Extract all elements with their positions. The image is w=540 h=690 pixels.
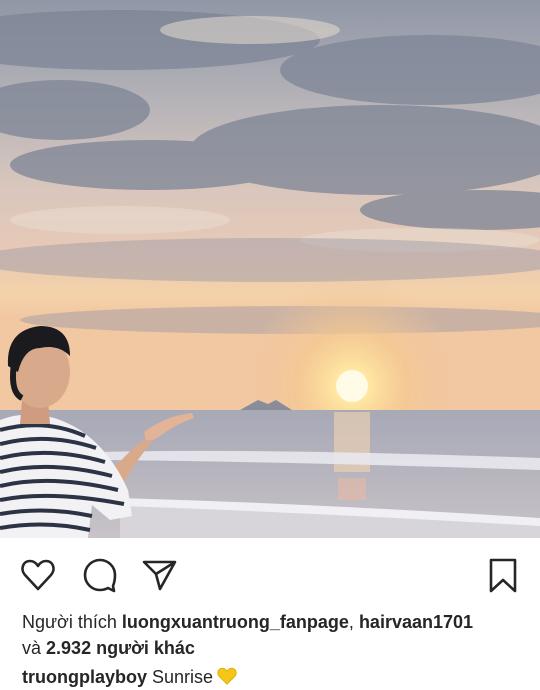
liker-username[interactable]: luongxuantruong_fanpage [122,612,349,632]
bookmark-icon[interactable] [484,556,522,594]
likes-connector: và [22,638,42,658]
sunrise-beach-photo [0,0,540,538]
liker-username[interactable]: hairvaan1701 [359,612,473,632]
caption-text: Sunrise [152,667,214,687]
post-action-bar [0,548,540,598]
likes-prefix: Người thích [22,612,117,632]
post-caption: truongplayboy Sunrise [22,664,532,690]
post-photo[interactable] [0,0,540,538]
comment-bubble-icon[interactable] [81,556,119,594]
likes-summary: Người thích luongxuantruong_fanpage, hai… [22,609,532,661]
send-icon[interactable] [140,556,178,594]
heart-icon[interactable] [19,556,57,594]
likes-others-count[interactable]: 2.932 người khác [46,638,195,658]
likes-separator: , [348,612,354,632]
yellow-heart-icon [217,667,237,685]
caption-username[interactable]: truongplayboy [22,667,147,687]
